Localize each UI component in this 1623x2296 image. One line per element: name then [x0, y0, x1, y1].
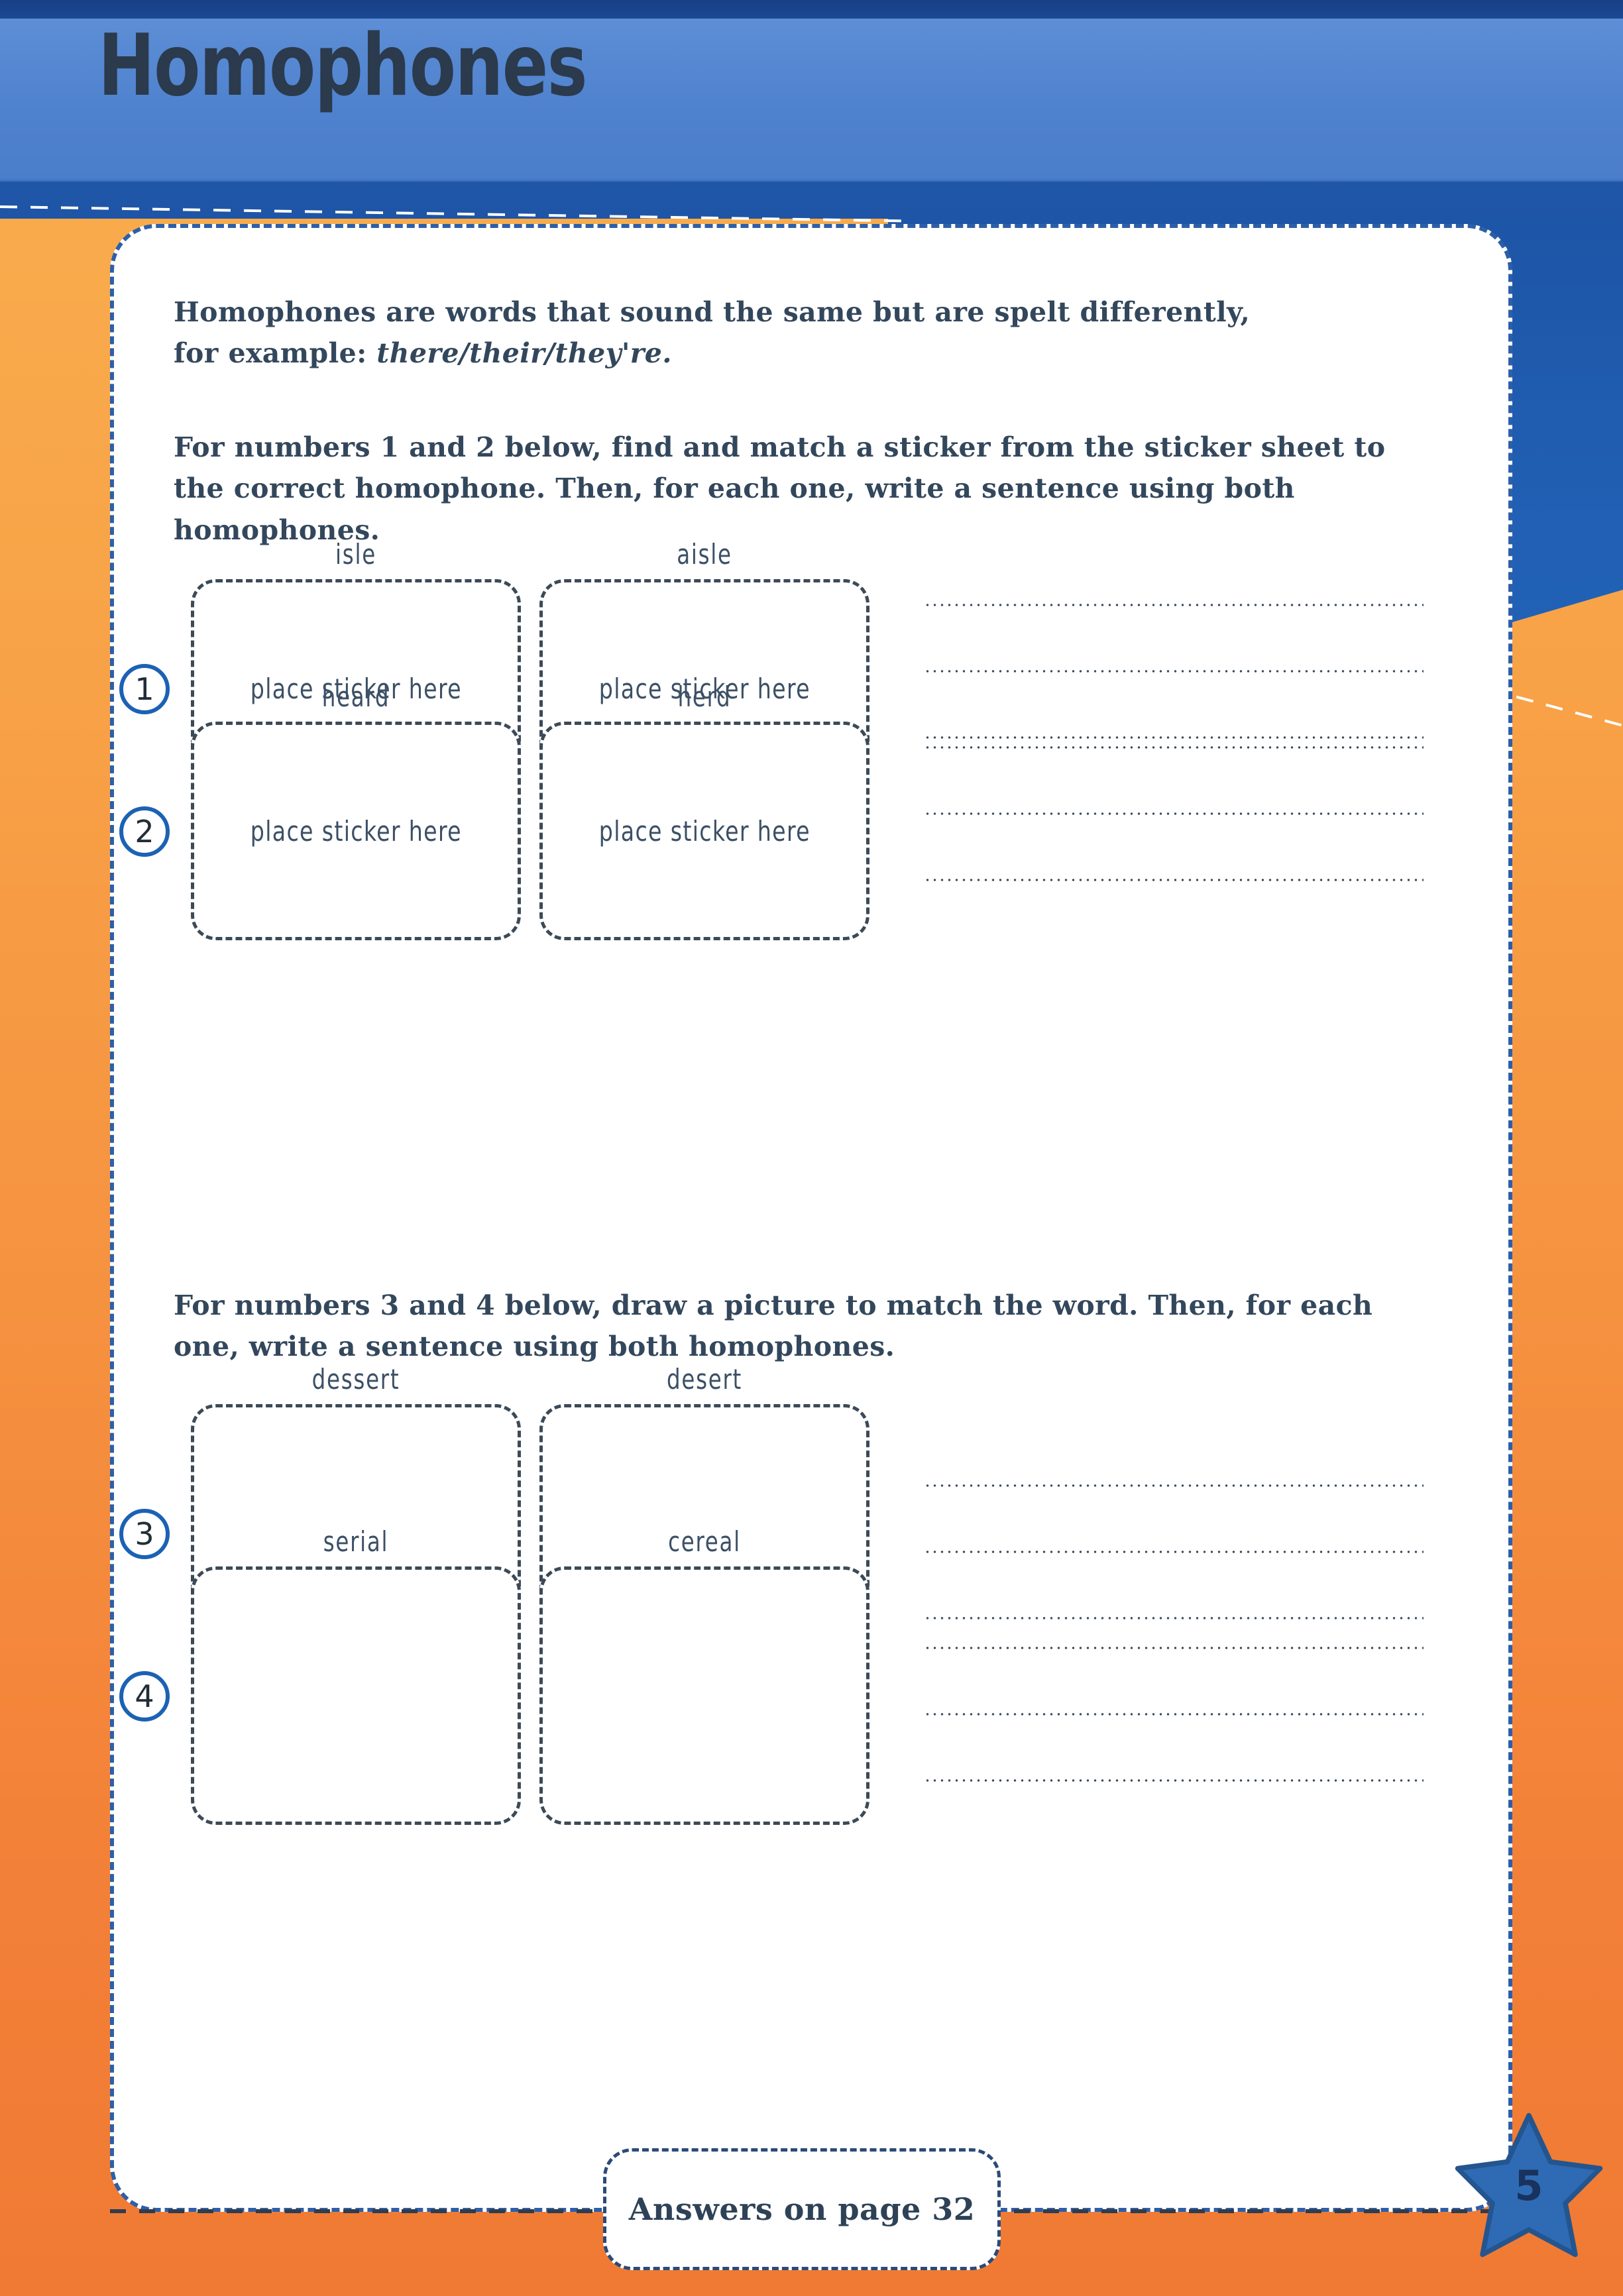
word-label-heard: heard	[321, 681, 390, 713]
exercise-number-1: 1	[119, 664, 170, 714]
answer-line[interactable]	[924, 1778, 1424, 1782]
page-number-text: 5	[1514, 2161, 1543, 2210]
exercise-number-3: 3	[119, 1509, 170, 1559]
exercise-number-2: 2	[119, 806, 170, 857]
answer-line[interactable]	[924, 736, 1424, 739]
answer-line[interactable]	[924, 1484, 1424, 1488]
word-label-desert: desert	[667, 1363, 742, 1395]
word-label-cereal: cereal	[668, 1525, 741, 1558]
answer-line[interactable]	[924, 878, 1424, 882]
worksheet-page: Homophones Homophones are words that sou…	[0, 0, 1623, 2296]
word-label-isle: isle	[335, 538, 376, 571]
word-label-aisle: aisle	[677, 538, 732, 571]
word-label-herd: herd	[677, 681, 732, 713]
answer-line[interactable]	[924, 669, 1424, 673]
page-title: Homophones	[98, 17, 588, 115]
task-1-instruction: For numbers 1 and 2 below, find and matc…	[174, 431, 1386, 546]
intro-line-2-lead: for example:	[174, 337, 377, 370]
answers-reference-box: Answers on page 32	[603, 2148, 1001, 2270]
answer-line[interactable]	[924, 745, 1424, 749]
answer-line[interactable]	[924, 1616, 1424, 1620]
exercise-number-4: 4	[119, 1671, 170, 1722]
answer-lines-2[interactable]	[924, 745, 1424, 882]
answer-line[interactable]	[924, 812, 1424, 816]
answer-line[interactable]	[924, 1550, 1424, 1554]
answer-lines-4[interactable]	[924, 1646, 1424, 1782]
answer-lines-1[interactable]	[924, 603, 1424, 739]
sticker-box-2-left[interactable]: place sticker here	[191, 722, 521, 940]
task-2-instruction: For numbers 3 and 4 below, draw a pictur…	[174, 1289, 1373, 1363]
sticker-placeholder-text: place sticker here	[598, 814, 811, 847]
sticker-box-2-right[interactable]: place sticker here	[539, 722, 869, 940]
answers-reference-text: Answers on page 32	[628, 2191, 976, 2227]
drawing-box-4-right[interactable]	[539, 1566, 869, 1825]
content-card-inner: Homophones are words that sound the same…	[114, 228, 1508, 2208]
intro-paragraph: Homophones are words that sound the same…	[174, 292, 1433, 374]
intro-example: there/their/they're.	[376, 337, 672, 370]
answer-line[interactable]	[924, 603, 1424, 607]
intro-line-1: Homophones are words that sound the same…	[174, 296, 1251, 328]
answer-line[interactable]	[924, 1712, 1424, 1716]
word-label-serial: serial	[323, 1525, 389, 1558]
answer-line[interactable]	[924, 1646, 1424, 1650]
answer-lines-3[interactable]	[924, 1484, 1424, 1620]
sticker-placeholder-text: place sticker here	[250, 814, 462, 847]
word-label-dessert: dessert	[311, 1363, 400, 1395]
page-number-star: 5	[1446, 2107, 1612, 2273]
content-card: Homophones are words that sound the same…	[110, 224, 1512, 2212]
drawing-box-4-left[interactable]	[191, 1566, 521, 1825]
